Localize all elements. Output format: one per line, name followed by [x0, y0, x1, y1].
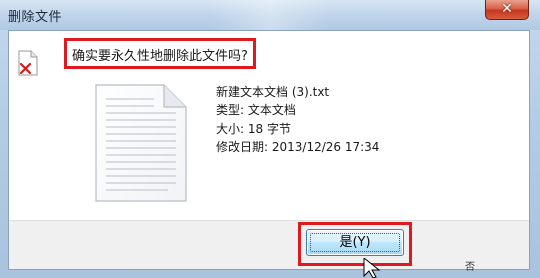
no-button-partial[interactable]: 否	[465, 258, 525, 272]
file-size: 大小: 18 字节	[216, 122, 291, 136]
confirm-question: 确实要永久性地删除此文件吗?	[72, 49, 248, 64]
close-icon: ✕	[501, 1, 513, 17]
button-bar	[9, 220, 529, 269]
title-bar-glare	[210, 0, 330, 30]
title-bar[interactable]: 删除文件 ✕	[0, 0, 540, 30]
delete-file-icon	[18, 50, 38, 76]
file-type: 类型: 文本文档	[216, 103, 296, 117]
file-modified: 修改日期: 2013/12/26 17:34	[216, 140, 380, 154]
no-button-label: 否	[465, 262, 475, 272]
file-name: 新建文本文档 (3).txt	[216, 85, 330, 99]
window-title: 删除文件	[8, 10, 63, 25]
yes-button[interactable]: 是(Y)	[306, 229, 404, 256]
close-button[interactable]: ✕	[485, 0, 529, 20]
mouse-cursor-icon	[363, 258, 381, 278]
yes-button-label: 是(Y)	[339, 235, 371, 250]
delete-file-dialog: 删除文件 ✕ 确实要永久性地删除此文件吗? 新建文本文档 (3).txt 类型:…	[0, 0, 540, 278]
text-document-icon	[95, 84, 187, 202]
